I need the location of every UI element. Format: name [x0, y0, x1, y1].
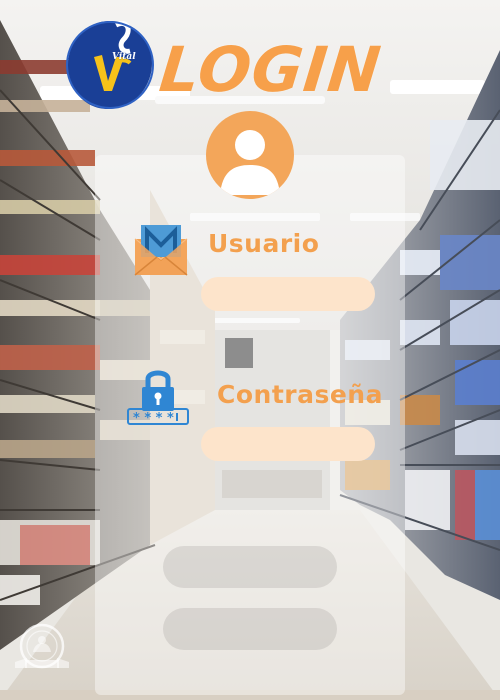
- padlock-password-icon: * * * *: [126, 365, 190, 427]
- username-field[interactable]: [201, 277, 375, 311]
- page-title: LOGIN: [156, 33, 385, 106]
- svg-text:* * * *: * * * *: [133, 411, 174, 426]
- vital-logo-icon: [66, 21, 154, 109]
- user-avatar-icon: [206, 111, 294, 199]
- vital-logo: [66, 17, 154, 113]
- username-label: Usuario: [208, 229, 320, 258]
- envelope-icon: [133, 223, 189, 279]
- login-button[interactable]: [163, 546, 337, 588]
- password-field[interactable]: [201, 427, 375, 461]
- seal-watermark-icon: [13, 622, 71, 672]
- brand-logo-text: Vital: [112, 52, 136, 62]
- secondary-button[interactable]: [163, 608, 337, 650]
- password-label: Contraseña: [217, 380, 383, 409]
